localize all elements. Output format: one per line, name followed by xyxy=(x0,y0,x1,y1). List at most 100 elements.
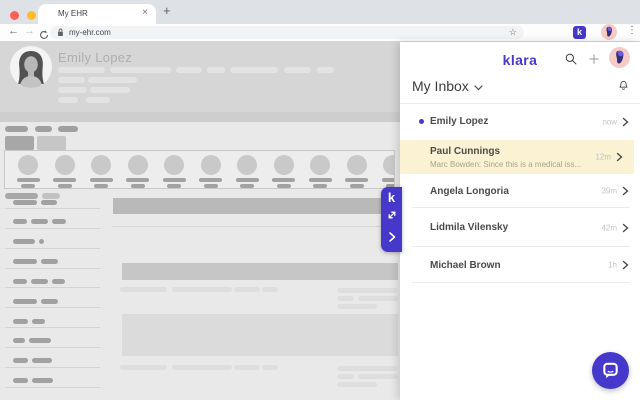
conversation-time: 1h xyxy=(608,260,617,270)
placeholder-bar xyxy=(337,366,397,371)
chat-bubble-icon xyxy=(603,362,618,379)
conversation-time: now xyxy=(602,117,617,126)
new-conversation-icon[interactable] xyxy=(587,52,601,71)
collapse-chevron-icon[interactable] xyxy=(387,230,397,248)
placeholder-bar xyxy=(94,184,108,188)
browser-toolbar: ← → my-ehr.com ☆ k ⋮ xyxy=(0,24,640,42)
placeholder-bar xyxy=(58,126,78,132)
search-icon[interactable] xyxy=(564,52,578,71)
placeholder-bar xyxy=(5,287,100,289)
ehr-visits-strip xyxy=(4,150,395,189)
browser-menu-icon[interactable]: ⋮ xyxy=(627,25,637,36)
placeholder-bar xyxy=(5,208,100,209)
back-icon[interactable]: ← xyxy=(8,25,19,37)
placeholder-bar xyxy=(13,338,25,344)
placeholder-bar xyxy=(41,199,57,205)
placeholder-bar xyxy=(13,278,27,284)
conversation-row-angela-longoria[interactable]: Angela Longoria 39m xyxy=(400,174,640,208)
klara-panel: klara My Inbox Emily Lopez now Paul Cunn… xyxy=(400,42,640,400)
placeholder-bar xyxy=(310,155,330,175)
browser-tab[interactable]: My EHR × xyxy=(38,4,156,24)
expand-icon[interactable] xyxy=(386,208,398,226)
address-bar[interactable]: my-ehr.com ☆ xyxy=(50,26,524,39)
klara-logo: klara xyxy=(502,52,538,68)
placeholder-bar xyxy=(381,178,394,182)
placeholder-bar xyxy=(13,219,27,225)
placeholder-bar xyxy=(13,199,37,205)
placeholder-bar xyxy=(5,126,28,132)
placeholder-bar xyxy=(13,298,37,304)
placeholder-bar xyxy=(29,338,51,344)
placeholder-bar xyxy=(0,112,400,122)
row-divider xyxy=(412,282,630,283)
klara-k-logo: k xyxy=(387,190,396,205)
placeholder-bar xyxy=(126,178,149,182)
placeholder-bar xyxy=(234,287,260,292)
placeholder-bar xyxy=(172,365,232,370)
placeholder-bar xyxy=(5,327,100,329)
placeholder-bar xyxy=(308,178,332,182)
placeholder-bar xyxy=(5,346,100,348)
chevron-right-icon xyxy=(616,152,623,162)
chevron-right-icon xyxy=(622,117,629,126)
window-minimize-button[interactable] xyxy=(27,11,37,20)
placeholder-bar xyxy=(88,77,137,83)
placeholder-bar xyxy=(122,314,398,356)
lock-icon xyxy=(57,24,64,42)
conversation-time: 12m xyxy=(595,152,611,162)
placeholder-bar xyxy=(31,278,48,284)
placeholder-bar xyxy=(37,136,66,150)
placeholder-bar xyxy=(13,318,28,324)
placeholder-bar xyxy=(120,365,167,370)
placeholder-bar xyxy=(91,155,111,175)
placeholder-bar xyxy=(13,239,35,245)
placeholder-bar xyxy=(5,267,100,269)
placeholder-bar xyxy=(90,87,130,93)
placeholder-bar xyxy=(358,296,398,301)
placeholder-bar xyxy=(337,382,377,387)
placeholder-bar xyxy=(262,365,278,370)
tab-close-icon[interactable]: × xyxy=(142,7,148,19)
placeholder-bar xyxy=(58,97,78,103)
placeholder-bar xyxy=(110,67,171,73)
placeholder-bar xyxy=(130,184,145,188)
conversation-row-emily-lopez[interactable]: Emily Lopez now xyxy=(400,103,640,140)
bookmark-star-icon[interactable]: ☆ xyxy=(509,27,517,38)
forward-icon[interactable]: → xyxy=(24,25,35,37)
conversation-row-michael-brown[interactable]: Michael Brown 1h xyxy=(400,247,640,283)
placeholder-bar xyxy=(13,259,37,265)
placeholder-bar xyxy=(127,155,148,175)
placeholder-bar xyxy=(39,239,44,245)
new-tab-button[interactable]: + xyxy=(163,3,171,18)
inbox-title-dropdown[interactable]: My Inbox xyxy=(412,78,483,94)
ehr-app: Emily Lopez xyxy=(0,42,400,400)
placeholder-bar xyxy=(58,67,105,73)
placeholder-bar xyxy=(31,219,48,225)
user-avatar[interactable] xyxy=(609,47,630,68)
placeholder-bar xyxy=(337,304,377,309)
placeholder-bar xyxy=(57,184,72,188)
placeholder-bar xyxy=(5,193,38,199)
placeholder-bar xyxy=(313,184,327,188)
window-close-button[interactable] xyxy=(10,11,19,20)
chevron-right-icon xyxy=(622,186,629,196)
notifications-bell-icon[interactable] xyxy=(617,78,630,97)
conversation-preview: Marc Bowden: Since this is a medical iss… xyxy=(430,159,582,169)
klara-extension-icon[interactable]: k xyxy=(573,26,586,39)
placeholder-bar xyxy=(58,87,87,93)
patient-name: Emily Lopez xyxy=(58,50,133,65)
placeholder-bar xyxy=(346,155,367,175)
placeholder-bar xyxy=(5,366,100,368)
conversation-time: 42m xyxy=(601,223,617,232)
conversation-row-lidmila-vilensky[interactable]: Lidmila Vilensky 42m xyxy=(400,208,640,247)
placeholder-bar xyxy=(273,155,294,175)
placeholder-bar xyxy=(5,307,100,309)
conversation-row-paul-cunnings[interactable]: Paul Cunnings Marc Bowden: Since this is… xyxy=(400,140,634,174)
chat-widget-button[interactable] xyxy=(592,352,629,389)
placeholder-bar xyxy=(207,67,225,73)
placeholder-bar xyxy=(89,178,113,182)
browser-profile-avatar[interactable] xyxy=(601,24,617,40)
placeholder-bar xyxy=(58,77,85,83)
klara-sidebar-toggle[interactable]: k xyxy=(381,187,402,252)
placeholder-bar xyxy=(172,287,232,292)
